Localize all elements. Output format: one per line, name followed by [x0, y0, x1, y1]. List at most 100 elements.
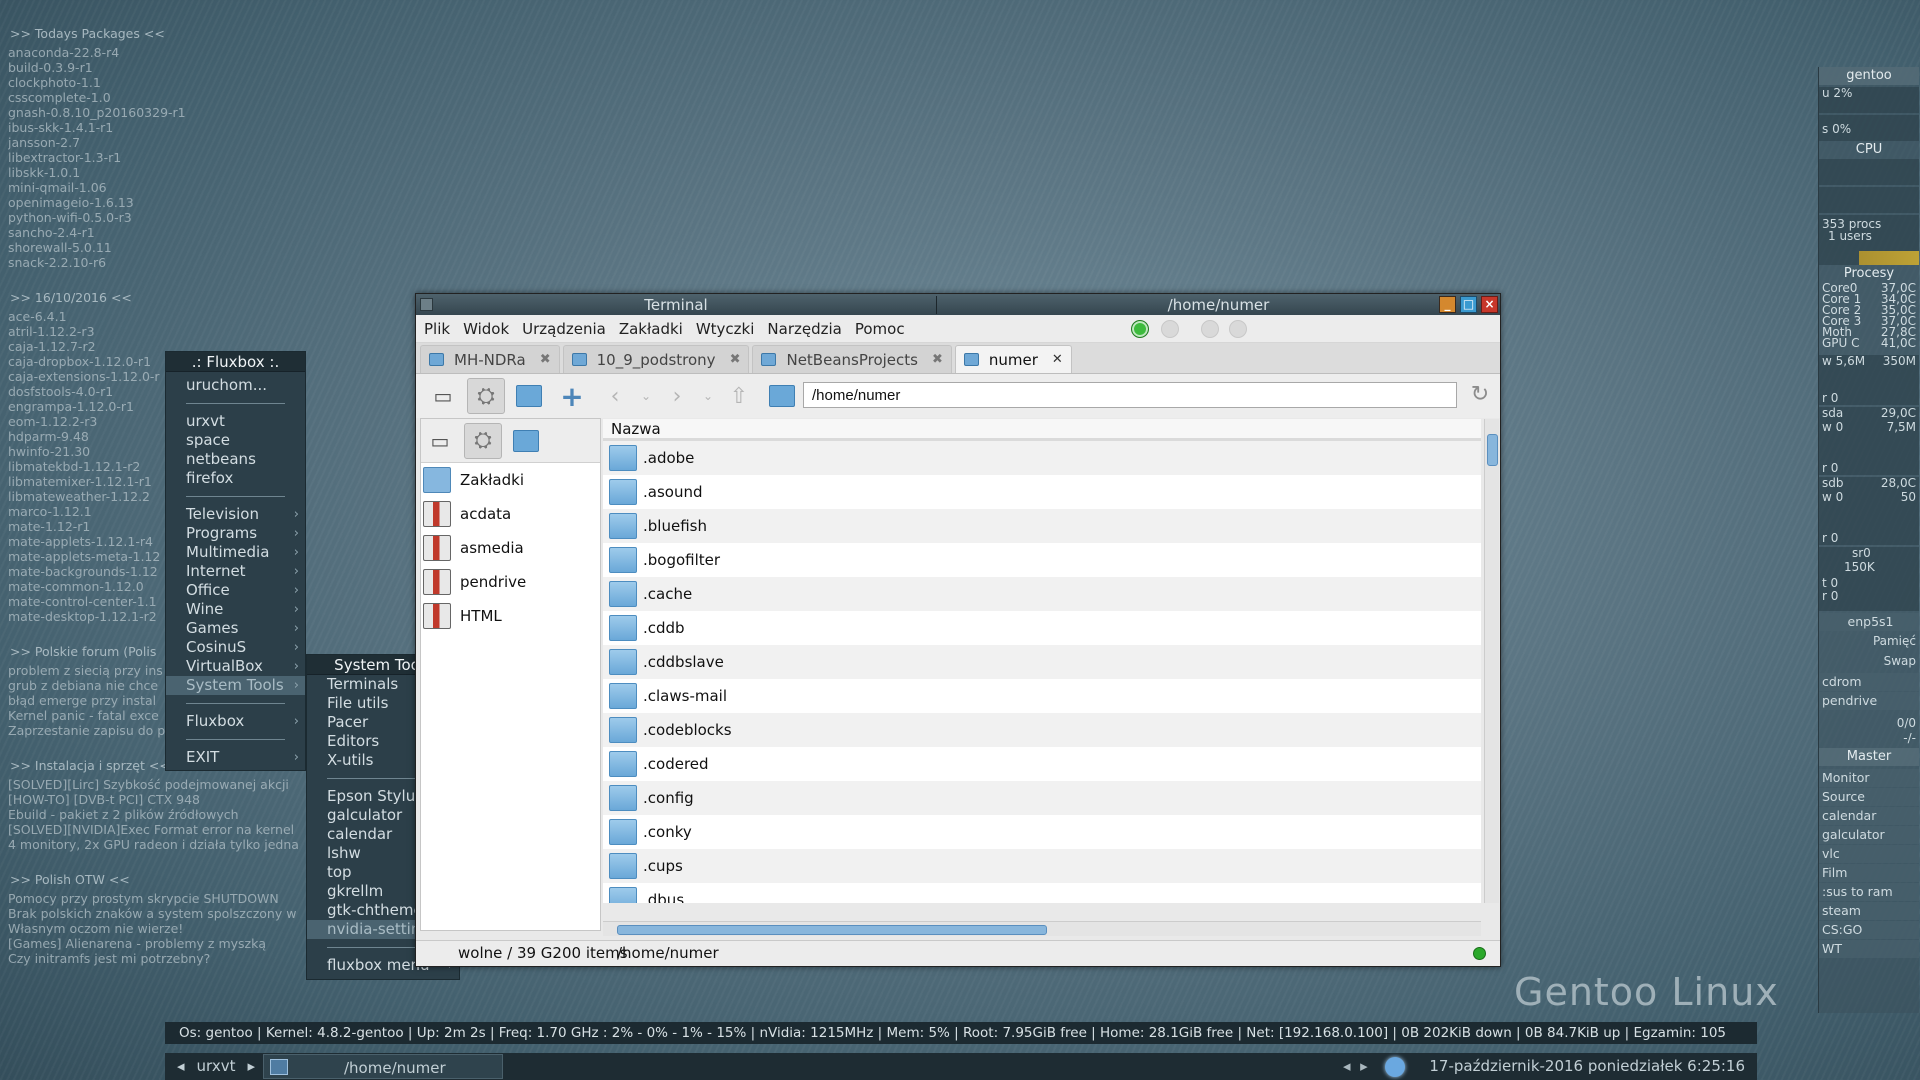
- tree-view-icon[interactable]: [510, 378, 548, 414]
- places-icon[interactable]: ⛭: [464, 422, 502, 459]
- file-row[interactable]: .codeblocks: [603, 713, 1481, 747]
- window-menu-icon[interactable]: [420, 298, 433, 311]
- menu-item-exit[interactable]: EXIT: [166, 748, 305, 767]
- launcher-calendar[interactable]: calendar: [1819, 807, 1919, 825]
- net-interface[interactable]: enp5s1: [1819, 613, 1919, 631]
- home-icon[interactable]: [763, 378, 801, 414]
- menu-item-space[interactable]: space: [166, 431, 305, 450]
- file-row[interactable]: .asound: [603, 475, 1481, 509]
- window-titlebar[interactable]: Terminal /home/numer _ □ ×: [416, 294, 1500, 315]
- tab-numer[interactable]: numer ✕: [954, 345, 1072, 373]
- forward-history-chevron-down-icon[interactable]: ⌄: [701, 378, 715, 414]
- cdrom-mount[interactable]: cdrom: [1819, 673, 1919, 691]
- menu-item-office[interactable]: Office: [166, 581, 305, 600]
- task-home-numer[interactable]: /home/numer: [263, 1054, 503, 1079]
- file-row[interactable]: .cache: [603, 577, 1481, 611]
- file-row[interactable]: .dbus: [603, 883, 1481, 903]
- menu-item-programs[interactable]: Programs: [166, 524, 305, 543]
- vertical-scrollbar[interactable]: [1484, 419, 1499, 903]
- workspace-switcher[interactable]: ◂ urxvt ▸: [171, 1053, 261, 1080]
- menu-item-system-tools[interactable]: System Tools: [166, 676, 305, 695]
- launcher-steam[interactable]: steam: [1819, 902, 1919, 920]
- status-dot-icon[interactable]: [1201, 320, 1219, 338]
- scrollbar-thumb[interactable]: [1487, 434, 1498, 466]
- menu-item-wine[interactable]: Wine: [166, 600, 305, 619]
- file-row[interactable]: .adobe: [603, 441, 1481, 475]
- menu-urzadzenia[interactable]: Urządzenia: [522, 320, 606, 338]
- location-input[interactable]: [803, 382, 1457, 408]
- menu-item-cosinus[interactable]: CosinuS: [166, 638, 305, 657]
- menu-item-television[interactable]: Television: [166, 505, 305, 524]
- tab-netbeansprojects[interactable]: NetBeansProjects ✖: [752, 345, 952, 373]
- menu-item-firefox[interactable]: firefox: [166, 469, 305, 488]
- status-green-dot-icon[interactable]: [1131, 320, 1149, 338]
- new-tab-icon[interactable]: +: [553, 378, 591, 414]
- menu-wtyczki[interactable]: Wtyczki: [696, 320, 755, 338]
- next-workspace-icon[interactable]: ▸: [247, 1053, 255, 1080]
- sidebar-item-html[interactable]: HTML: [421, 599, 600, 633]
- menu-item-games[interactable]: Games: [166, 619, 305, 638]
- drive-icon[interactable]: ▭: [421, 423, 459, 459]
- menu-pomoc[interactable]: Pomoc: [855, 320, 905, 338]
- drive-icon[interactable]: ▭: [424, 378, 462, 414]
- menu-item-netbeans[interactable]: netbeans: [166, 450, 305, 469]
- close-tab-icon[interactable]: ✖: [540, 352, 551, 367]
- menu-item-urxvt[interactable]: urxvt: [166, 412, 305, 431]
- sidebar-item-pendrive[interactable]: pendrive: [421, 565, 600, 599]
- pendrive-mount[interactable]: pendrive: [1819, 692, 1919, 710]
- sidebar-item-zakładki[interactable]: Zakładki: [421, 463, 600, 497]
- menu-widok[interactable]: Widok: [463, 320, 509, 338]
- taskbar-arrows-icon[interactable]: ◂ ▸: [1343, 1053, 1368, 1080]
- menu-item-fluxbox[interactable]: Fluxbox: [166, 712, 305, 731]
- file-row[interactable]: .conky: [603, 815, 1481, 849]
- sidebar-item-asmedia[interactable]: asmedia: [421, 531, 600, 565]
- menu-item-multimedia[interactable]: Multimedia: [166, 543, 305, 562]
- up-icon[interactable]: ⇧: [720, 378, 758, 414]
- menu-narzedzia[interactable]: Narzędzia: [767, 320, 841, 338]
- status-dot-icon[interactable]: [1161, 320, 1179, 338]
- forward-icon[interactable]: ›: [658, 378, 696, 414]
- scrollbar-thumb[interactable]: [617, 925, 1047, 935]
- launcher-cs-go[interactable]: CS:GO: [1819, 921, 1919, 939]
- launcher-film[interactable]: Film: [1819, 864, 1919, 882]
- file-row[interactable]: .claws-mail: [603, 679, 1481, 713]
- master-volume[interactable]: Master: [1819, 748, 1919, 766]
- sidebar-item-acdata[interactable]: acdata: [421, 497, 600, 531]
- launcher-sus-to-ram[interactable]: :sus to ram: [1819, 883, 1919, 901]
- file-row[interactable]: .config: [603, 781, 1481, 815]
- file-row[interactable]: .codered: [603, 747, 1481, 781]
- prev-workspace-icon[interactable]: ◂: [177, 1053, 185, 1080]
- file-row[interactable]: .bogofilter: [603, 543, 1481, 577]
- file-row[interactable]: .cddbslave: [603, 645, 1481, 679]
- back-icon[interactable]: ‹: [596, 378, 634, 414]
- launcher-monitor[interactable]: Monitor: [1819, 769, 1919, 787]
- launcher-vlc[interactable]: vlc: [1819, 845, 1919, 863]
- close-tab-icon[interactable]: ✖: [932, 352, 943, 367]
- launcher-wt[interactable]: WT: [1819, 940, 1919, 958]
- tab-mh-ndra[interactable]: MH-NDRa ✖: [420, 345, 560, 373]
- menu-item-internet[interactable]: Internet: [166, 562, 305, 581]
- maximize-button[interactable]: □: [1460, 296, 1477, 313]
- horizontal-scrollbar[interactable]: [603, 921, 1481, 936]
- tree-view-icon[interactable]: [507, 423, 545, 459]
- minimize-button[interactable]: _: [1439, 296, 1456, 313]
- menu-item-virtualbox[interactable]: VirtualBox: [166, 657, 305, 676]
- file-row[interactable]: .bluefish: [603, 509, 1481, 543]
- file-row[interactable]: .cups: [603, 849, 1481, 883]
- menu-zakladki[interactable]: Zakładki: [619, 320, 683, 338]
- places-icon[interactable]: ⛭: [467, 378, 505, 414]
- file-row[interactable]: .cddb: [603, 611, 1481, 645]
- column-header-name[interactable]: Nazwa: [603, 419, 1481, 441]
- close-tab-icon[interactable]: ✖: [730, 352, 741, 367]
- menu-plik[interactable]: Plik: [424, 320, 450, 338]
- launcher-source[interactable]: Source: [1819, 788, 1919, 806]
- menu-item-uruchom[interactable]: uruchom...: [166, 376, 305, 395]
- reload-icon[interactable]: ↻: [1466, 382, 1494, 410]
- back-history-chevron-down-icon[interactable]: ⌄: [639, 378, 653, 414]
- tab-10-9-podstrony[interactable]: 10_9_podstrony ✖: [562, 345, 750, 373]
- status-dot-icon[interactable]: [1229, 320, 1247, 338]
- close-button[interactable]: ×: [1481, 296, 1498, 313]
- launcher-galculator[interactable]: galculator: [1819, 826, 1919, 844]
- close-tab-icon[interactable]: ✕: [1052, 352, 1063, 367]
